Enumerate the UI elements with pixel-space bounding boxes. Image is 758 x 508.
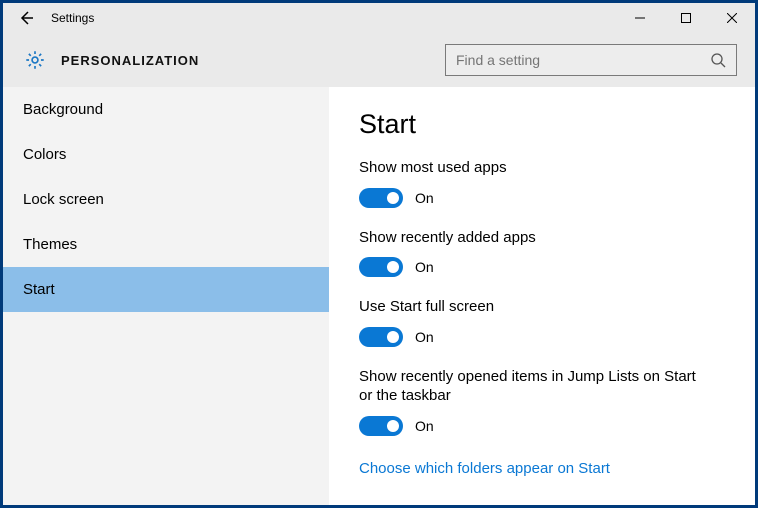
setting-show-most-used: Show most used apps On — [359, 158, 725, 208]
toggle-show-most-used[interactable] — [359, 188, 403, 208]
maximize-button[interactable] — [663, 3, 709, 33]
header: PERSONALIZATION — [3, 33, 755, 87]
toggle-row: On — [359, 416, 725, 436]
page-title: Start — [359, 109, 725, 140]
toggle-jump-lists[interactable] — [359, 416, 403, 436]
toggle-row: On — [359, 257, 725, 277]
setting-show-recently-added: Show recently added apps On — [359, 228, 725, 278]
setting-label: Show recently opened items in Jump Lists… — [359, 367, 709, 406]
window-title: Settings — [51, 11, 94, 25]
toggle-use-start-full-screen[interactable] — [359, 327, 403, 347]
choose-folders-link[interactable]: Choose which folders appear on Start — [359, 460, 610, 477]
search-box[interactable] — [445, 44, 737, 76]
settings-window: Settings PERSONALIZATION Background Colo… — [3, 3, 755, 505]
sidebar-item-themes[interactable]: Themes — [3, 222, 329, 267]
minimize-button[interactable] — [617, 3, 663, 33]
toggle-state: On — [415, 329, 434, 345]
toggle-state: On — [415, 259, 434, 275]
titlebar: Settings — [3, 3, 755, 33]
sidebar-item-lock-screen[interactable]: Lock screen — [3, 177, 329, 222]
setting-label: Use Start full screen — [359, 297, 709, 317]
window-controls — [617, 3, 755, 33]
back-button[interactable] — [11, 3, 41, 33]
sidebar-item-colors[interactable]: Colors — [3, 132, 329, 177]
section-title: PERSONALIZATION — [61, 53, 199, 68]
toggle-row: On — [359, 327, 725, 347]
sidebar-item-start[interactable]: Start — [3, 267, 329, 312]
setting-label: Show most used apps — [359, 158, 709, 178]
maximize-icon — [681, 13, 691, 23]
setting-use-start-full-screen: Use Start full screen On — [359, 297, 725, 347]
body: Background Colors Lock screen Themes Sta… — [3, 87, 755, 505]
gear-icon — [21, 46, 49, 74]
toggle-state: On — [415, 190, 434, 206]
sidebar-item-background[interactable]: Background — [3, 87, 329, 132]
search-input[interactable] — [456, 52, 710, 68]
toggle-show-recently-added[interactable] — [359, 257, 403, 277]
search-icon — [710, 52, 726, 68]
setting-label: Show recently added apps — [359, 228, 709, 248]
close-icon — [727, 13, 737, 23]
close-button[interactable] — [709, 3, 755, 33]
back-arrow-icon — [18, 10, 34, 26]
toggle-state: On — [415, 418, 434, 434]
setting-jump-lists: Show recently opened items in Jump Lists… — [359, 367, 725, 436]
toggle-row: On — [359, 188, 725, 208]
content: Start Show most used apps On Show recent… — [329, 87, 755, 505]
sidebar: Background Colors Lock screen Themes Sta… — [3, 87, 329, 505]
minimize-icon — [635, 13, 645, 23]
